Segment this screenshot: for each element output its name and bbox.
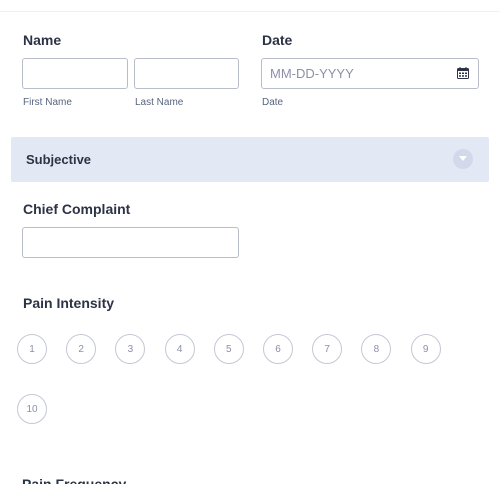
pain-intensity-option-4[interactable]: 4 — [164, 334, 195, 364]
pain-intensity-option-1[interactable]: 1 — [17, 334, 47, 364]
pain-frequency-label: Pain Frequency — [22, 476, 127, 484]
calendar-icon[interactable] — [457, 67, 469, 79]
pain-intensity-option-10[interactable]: 10 — [17, 394, 47, 424]
last-name-sublabel: Last Name — [135, 97, 184, 108]
top-divider — [0, 11, 500, 12]
name-label: Name — [23, 32, 62, 48]
first-name-input[interactable] — [22, 58, 128, 89]
section-title: Subjective — [26, 152, 92, 167]
collapse-button[interactable] — [453, 149, 473, 169]
pain-intensity-option-2[interactable]: 2 — [66, 334, 97, 364]
date-placeholder: MM-DD-YYYY — [270, 66, 354, 81]
pain-intensity-option-6[interactable]: 6 — [263, 334, 293, 364]
date-sublabel: Date — [262, 97, 284, 108]
pain-intensity-option-7[interactable]: 7 — [312, 334, 343, 364]
chevron-down-icon — [459, 156, 467, 161]
pain-intensity-option-8[interactable]: 8 — [361, 334, 392, 364]
pain-intensity-option-9[interactable]: 9 — [410, 334, 441, 364]
first-name-sublabel: First Name — [23, 97, 72, 108]
pain-intensity-option-5[interactable]: 5 — [213, 334, 244, 364]
pain-intensity-label: Pain Intensity — [23, 295, 115, 311]
last-name-input[interactable] — [134, 58, 239, 89]
chief-complaint-input[interactable] — [22, 227, 239, 258]
date-label: Date — [262, 32, 293, 48]
subjective-section-header[interactable]: Subjective — [11, 137, 489, 182]
chief-complaint-label: Chief Complaint — [23, 201, 131, 217]
pain-intensity-option-3[interactable]: 3 — [115, 334, 146, 364]
date-input[interactable]: MM-DD-YYYY — [261, 58, 479, 89]
